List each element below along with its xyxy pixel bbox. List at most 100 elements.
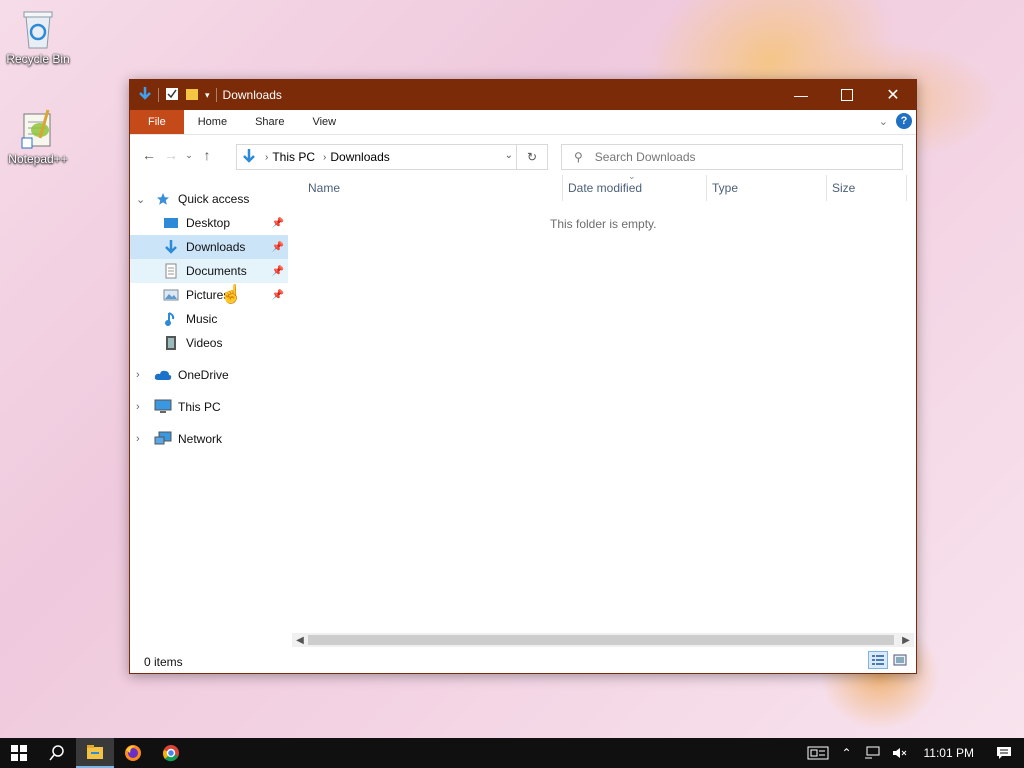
column-divider[interactable] — [562, 175, 563, 201]
videos-icon — [162, 335, 180, 351]
tab-home[interactable]: Home — [184, 110, 241, 134]
minimize-button[interactable]: — — [778, 80, 824, 110]
network-icon — [154, 431, 172, 447]
documents-icon — [162, 263, 180, 279]
scrollbar-thumb[interactable] — [308, 635, 894, 645]
network-status-icon[interactable] — [858, 746, 886, 760]
search-icon: ⚲ — [574, 150, 583, 164]
up-arrow-icon: ↑ — [203, 147, 211, 163]
recycle-bin-icon — [18, 8, 58, 50]
refresh-button[interactable]: ↻ — [516, 145, 547, 169]
divider — [215, 88, 217, 102]
breadcrumb-downloads[interactable]: Downloads — [330, 150, 389, 164]
collapsed-chevron-icon[interactable]: › — [136, 401, 140, 413]
customize-toolbar-chevron-icon[interactable]: ▾ — [205, 90, 210, 101]
nav-label: Music — [186, 312, 218, 326]
title-bar[interactable]: ▾ Downloads — ✕ — [130, 80, 916, 110]
tab-file[interactable]: File — [130, 110, 184, 134]
nav-network[interactable]: › Network — [130, 427, 288, 451]
column-header-size[interactable]: Size — [832, 175, 855, 201]
nav-videos[interactable]: Videos — [130, 331, 288, 355]
navigation-pane: ⌄ Quick access Desktop 📌 Downloads 📌 Doc… — [130, 175, 288, 635]
desktop-icon — [162, 215, 180, 231]
up-button[interactable]: ↑ — [196, 144, 218, 166]
nav-label: This PC — [178, 400, 221, 414]
clock-time[interactable]: 11:01 PM — [914, 746, 984, 760]
star-icon — [154, 191, 172, 207]
column-divider[interactable] — [906, 175, 907, 201]
scroll-left-arrow-icon[interactable]: ◀ — [292, 633, 308, 647]
breadcrumb-separator-icon: › — [265, 151, 269, 163]
address-dropdown-chevron-icon[interactable]: ⌄ — [505, 150, 513, 161]
address-bar[interactable]: › This PC › Downloads ⌄ ↻ — [236, 144, 548, 170]
column-header-type[interactable]: Type — [712, 175, 738, 201]
quick-access-toolbar: ▾ — [130, 86, 217, 105]
search-input[interactable]: ⚲ Search Downloads — [561, 144, 903, 170]
pin-icon[interactable]: 📌 — [272, 266, 284, 277]
new-folder-icon[interactable] — [185, 87, 199, 104]
system-tray: ⌃ 11:01 PM — [801, 738, 1024, 768]
large-icons-view-button[interactable] — [890, 651, 910, 669]
expand-ribbon-chevron-icon[interactable]: ⌄ — [879, 115, 888, 128]
nav-documents[interactable]: Documents 📌 — [130, 259, 288, 283]
nav-quick-access[interactable]: ⌄ Quick access — [130, 187, 288, 211]
taskbar-search-button[interactable] — [38, 738, 76, 768]
details-view-button[interactable] — [868, 651, 888, 669]
action-center-icon[interactable] — [984, 746, 1024, 760]
collapsed-chevron-icon[interactable]: › — [136, 433, 140, 445]
column-header-name[interactable]: Name — [308, 175, 340, 201]
recent-locations-button[interactable]: ⌄ — [182, 144, 196, 166]
large-icons-view-icon — [893, 654, 907, 666]
firefox-icon — [125, 745, 141, 761]
nav-pictures[interactable]: Pictures 📌 — [130, 283, 288, 307]
back-button[interactable]: ← — [138, 144, 160, 166]
taskbar-file-explorer[interactable] — [76, 738, 114, 768]
news-widget-icon[interactable] — [801, 746, 835, 760]
onedrive-cloud-icon — [154, 367, 172, 383]
details-view-icon — [872, 655, 884, 665]
nav-desktop[interactable]: Desktop 📌 — [130, 211, 288, 235]
tab-share[interactable]: Share — [241, 110, 298, 134]
scroll-right-arrow-icon[interactable]: ▶ — [898, 633, 914, 647]
nav-this-pc[interactable]: › This PC — [130, 395, 288, 419]
breadcrumb-separator-icon: › — [323, 151, 327, 163]
taskbar: ⌃ 11:01 PM — [0, 738, 1024, 768]
search-placeholder: Search Downloads — [594, 150, 696, 164]
volume-muted-icon[interactable] — [886, 746, 914, 760]
tab-view[interactable]: View — [298, 110, 350, 134]
close-icon: ✕ — [886, 87, 900, 104]
pin-icon[interactable]: 📌 — [272, 290, 284, 301]
nav-label: Quick access — [178, 192, 250, 206]
maximize-button[interactable] — [824, 80, 870, 110]
taskbar-firefox[interactable] — [114, 738, 152, 768]
pictures-icon — [162, 287, 180, 303]
show-hidden-icons-chevron-icon[interactable]: ⌃ — [835, 746, 857, 760]
desktop-icon-recycle-bin[interactable]: Recycle Bin — [0, 8, 76, 66]
chevron-down-icon: ⌄ — [185, 149, 193, 160]
forward-arrow-icon: → — [164, 147, 178, 163]
search-icon — [49, 745, 64, 761]
file-explorer-icon — [87, 745, 103, 759]
desktop-icon-notepad-plus-plus[interactable]: Notepad++ — [0, 108, 76, 166]
nav-label: Desktop — [186, 216, 231, 230]
nav-label: OneDrive — [178, 368, 229, 382]
collapsed-chevron-icon[interactable]: › — [136, 369, 140, 381]
nav-downloads[interactable]: Downloads 📌 — [130, 235, 288, 259]
horizontal-scrollbar[interactable]: ◀ ▶ — [292, 633, 914, 647]
properties-icon[interactable] — [165, 87, 179, 104]
start-button[interactable] — [0, 738, 38, 768]
close-button[interactable]: ✕ — [870, 80, 916, 110]
forward-button[interactable]: → — [160, 144, 182, 166]
help-icon[interactable]: ? — [896, 113, 912, 129]
pin-icon[interactable]: 📌 — [272, 218, 284, 229]
pin-icon[interactable]: 📌 — [272, 242, 284, 253]
nav-label: Network — [178, 432, 223, 446]
maximize-icon — [841, 89, 853, 101]
desktop-icon-label: Recycle Bin — [6, 52, 70, 66]
taskbar-chrome[interactable] — [152, 738, 190, 768]
column-divider[interactable] — [826, 175, 827, 201]
nav-onedrive[interactable]: › OneDrive — [130, 363, 288, 387]
nav-music[interactable]: Music — [130, 307, 288, 331]
column-divider[interactable] — [706, 175, 707, 201]
breadcrumb-this-pc[interactable]: This PC — [272, 150, 315, 164]
